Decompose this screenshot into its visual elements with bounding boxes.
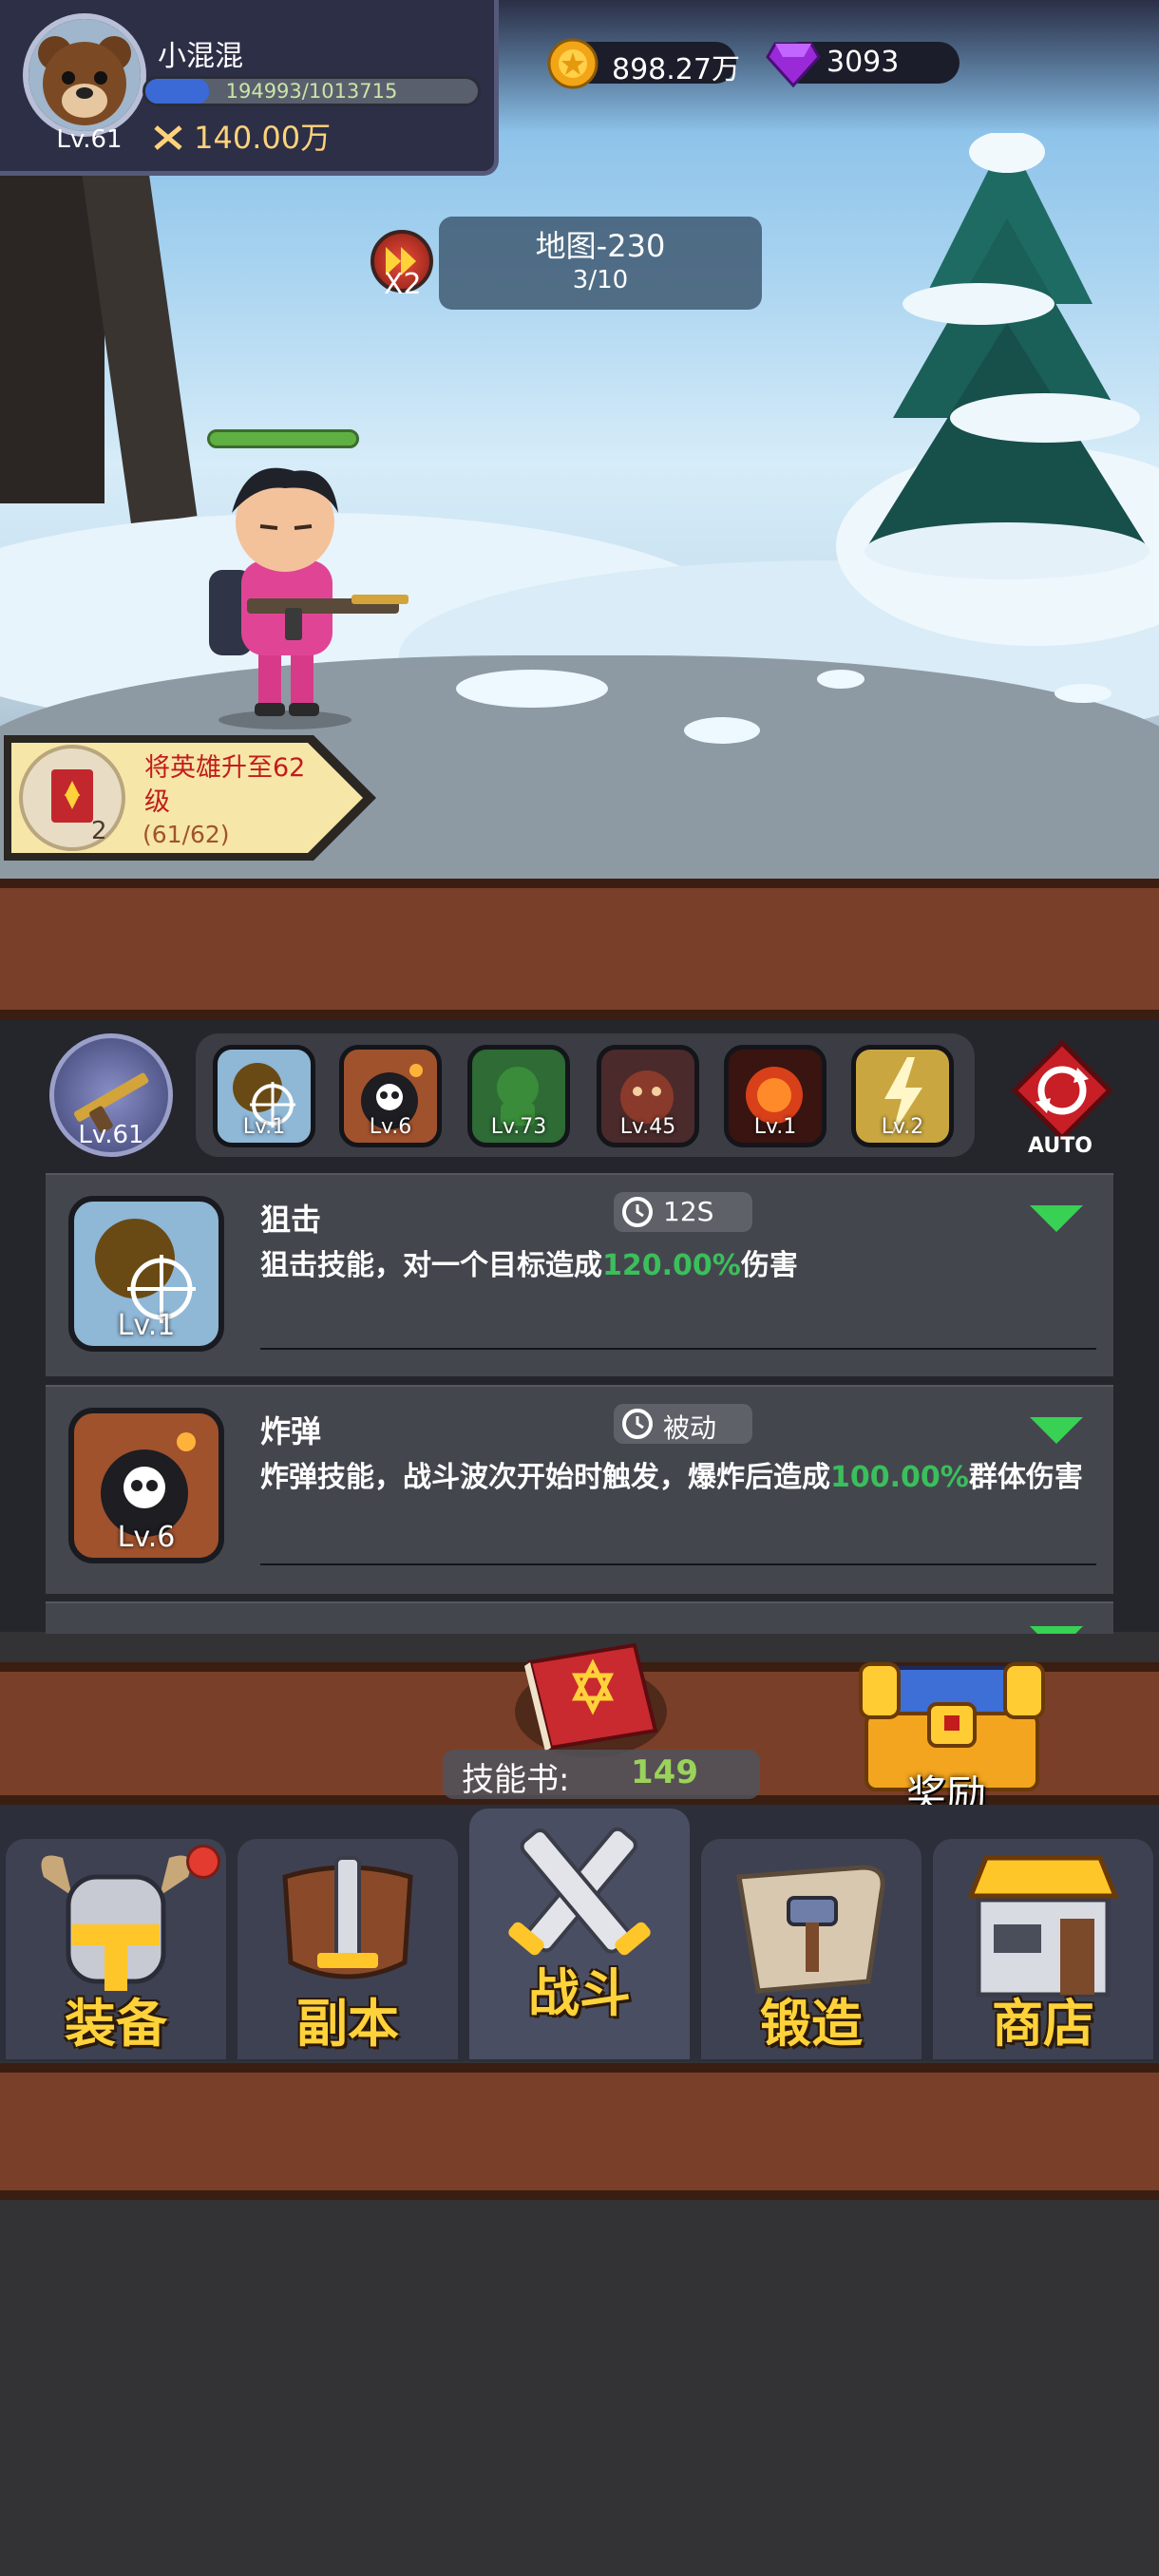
skill-slot-level: Lv.6 [369,1115,412,1139]
combat-power: 140.00万 [152,114,331,158]
wood-divider [0,879,1159,1019]
exp-text: 194993/1013715 [225,80,398,103]
skill-slot-level: Lv.73 [490,1115,547,1139]
snow-patch [1054,684,1112,703]
skill-slot-level: Lv.45 [619,1115,676,1139]
main-weapon-level: Lv.61 [78,1121,144,1149]
skill-slot-sniper[interactable]: Lv.1 [213,1045,315,1147]
nav-dungeon[interactable]: 副本 [238,1839,458,2059]
auto-skill-button[interactable] [1011,1039,1113,1142]
clock-icon [622,1197,653,1227]
divider [260,1348,1096,1350]
exp-bar: 194993/1013715 [142,76,481,106]
skill-book-count: 149 [631,1753,698,1791]
crossed-swords-icon [154,125,182,150]
skill-card[interactable]: Lv.6 炸弹 被动 炸弹技能，战斗波次开始时触发，爆炸后造成100.00%群体… [46,1385,1113,1594]
nav-shop[interactable]: 商店 [933,1839,1153,2059]
player-name: 小混混 [158,40,243,73]
empty-area [0,2200,1159,2576]
wave-progress: 3/10 [572,266,629,294]
nav-forge[interactable]: 锻造 [701,1839,922,2059]
expand-arrow-icon[interactable] [1030,1626,1083,1634]
skill-cooldown: 12S [614,1192,752,1232]
snow-patch [684,717,760,744]
clock-icon [622,1409,653,1439]
skill-desc-value: 100.00% [830,1461,969,1494]
quest-item-count: 2 [91,817,107,845]
auto-label: AUTO [1028,1134,1092,1158]
map-name: 地图-230 [535,228,666,264]
skill-description: 炸弹技能，战斗波次开始时触发，爆炸后造成100.00%群体伤害 [260,1461,1096,1495]
hero-health-bar [207,429,359,448]
stage-info: 地图-230 3/10 [439,217,762,310]
nav-battle[interactable]: 战斗 [469,1809,690,2059]
skill-slot-level: Lv.1 [753,1115,797,1139]
skill-desc-text: 群体伤害 [968,1461,1083,1494]
skill-desc-text: 伤害 [740,1249,798,1282]
skill-desc-text: 狙击技能，对一个目标造成 [260,1249,602,1282]
hero-character[interactable] [190,465,418,731]
skill-name: 炸弹 [260,1413,322,1449]
quest-title: 将英雄升至62 [144,753,306,783]
nav-label: 商店 [992,1994,1094,2054]
skill-cooldown-text: 被动 [663,1412,717,1444]
divider [260,1563,1096,1565]
skill-book-label: 技能书: [462,1761,570,1799]
nav-label: 装备 [65,1994,167,2054]
skill-slot-bomb[interactable]: Lv.6 [339,1045,442,1147]
skill-card[interactable] [46,1601,1113,1634]
purple-gem-icon [766,42,821,87]
speed-label: X2 [384,268,422,301]
player-avatar[interactable] [23,13,146,137]
skill-cooldown-text: 12S [663,1196,714,1227]
nav-label: 战斗 [528,1963,631,2023]
skill-book-icon[interactable] [511,1636,671,1759]
gem-value: 3093 [826,46,900,79]
skill-name: 狙击 [260,1202,322,1238]
combat-power-value: 140.00万 [194,120,332,156]
skill-slot-fire[interactable]: Lv.1 [724,1045,826,1147]
skill-slot-beast[interactable]: Lv.45 [597,1045,699,1147]
skill-slot-level: Lv.2 [881,1115,924,1139]
quest-title-line2: 级 [144,787,170,817]
gold-coin-icon [547,38,598,89]
skill-card[interactable]: Lv.1 狙击 12S 狙击技能，对一个目标造成120.00%伤害 [46,1173,1113,1376]
expand-arrow-icon[interactable] [1030,1205,1083,1232]
bear-avatar-icon [28,19,141,131]
skill-slot-poison[interactable]: Lv.73 [467,1045,570,1147]
skill-level: Lv.1 [117,1309,176,1342]
bomb-skill-icon: Lv.6 [68,1408,224,1563]
pine-tree-icon [864,133,1150,579]
snow-patch [456,670,608,708]
skill-cooldown: 被动 [614,1404,752,1444]
sniper-skill-icon: Lv.1 [68,1196,224,1352]
snow-patch [817,670,864,689]
quest-progress: (61/62) [142,821,230,848]
skill-desc-text: 炸弹技能，战斗波次开始时触发，爆炸后造成 [260,1461,830,1494]
skill-slot-lightning[interactable]: Lv.2 [851,1045,954,1147]
skill-description: 狙击技能，对一个目标造成120.00%伤害 [260,1249,1096,1283]
skill-slot-level: Lv.1 [242,1115,286,1139]
wood-divider [0,2063,1159,2200]
coin-value: 898.27万 [612,53,740,86]
skill-desc-value: 120.00% [602,1249,741,1282]
expand-arrow-icon[interactable] [1030,1417,1083,1444]
notification-badge [186,1845,220,1879]
player-level: Lv.61 [56,125,123,154]
nav-label: 副本 [296,1994,399,2054]
skill-level: Lv.6 [117,1521,176,1554]
nav-label: 锻造 [760,1994,863,2054]
